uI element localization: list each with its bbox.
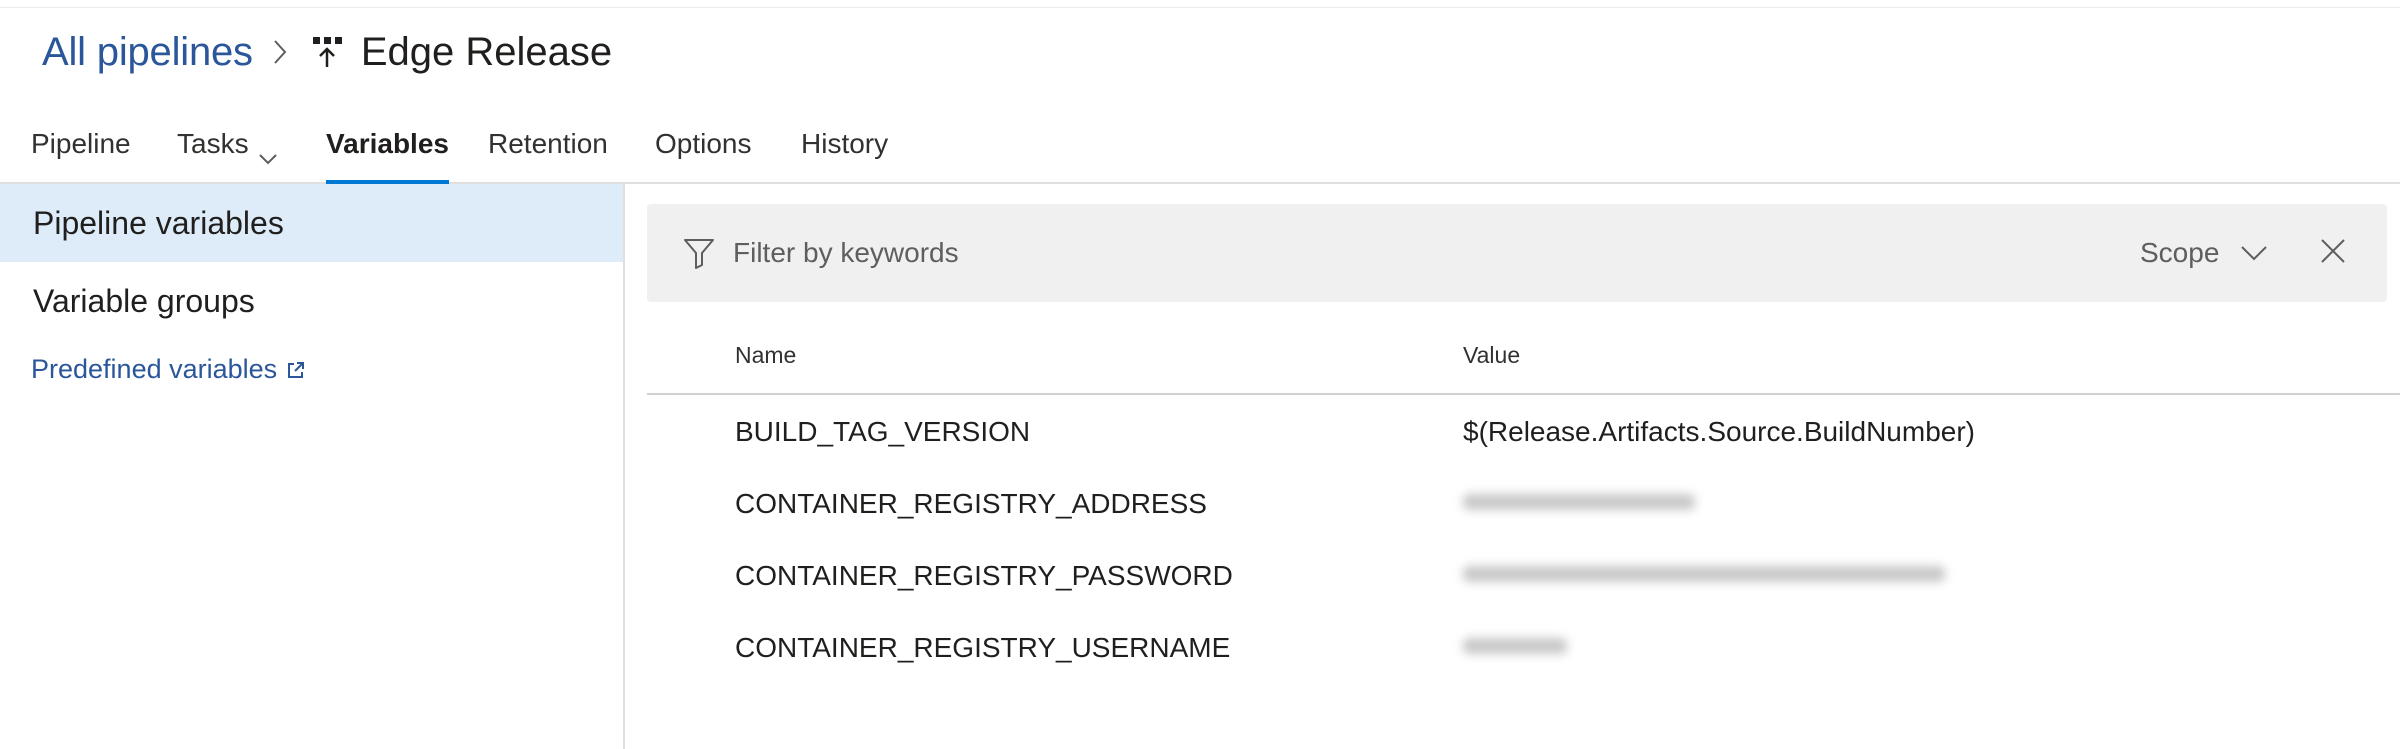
top-border bbox=[0, 0, 2400, 8]
filter-bar: Scope bbox=[647, 204, 2387, 302]
tab-options[interactable]: Options bbox=[655, 128, 752, 182]
tab-label: Variables bbox=[326, 128, 449, 159]
variable-name[interactable]: CONTAINER_REGISTRY_PASSWORD bbox=[735, 560, 1233, 592]
table-row[interactable]: CONTAINER_REGISTRY_ADDRESS bbox=[647, 473, 2400, 545]
tab-label: Pipeline bbox=[31, 128, 131, 159]
chevron-right-icon bbox=[273, 39, 287, 65]
scope-dropdown[interactable]: Scope bbox=[2140, 228, 2268, 278]
breadcrumb-all-pipelines[interactable]: All pipelines bbox=[42, 30, 253, 75]
filter-keywords-input[interactable] bbox=[733, 228, 1733, 278]
sidebar-item-label: Pipeline variables bbox=[33, 204, 284, 241]
table-row[interactable]: CONTAINER_REGISTRY_PASSWORD bbox=[647, 545, 2400, 617]
sidebar-item-label: Variable groups bbox=[33, 282, 255, 319]
variable-name[interactable]: BUILD_TAG_VERSION bbox=[735, 416, 1030, 448]
tab-variables[interactable]: Variables bbox=[326, 128, 449, 184]
variable-value-obscured[interactable] bbox=[1463, 560, 1945, 595]
close-icon bbox=[2320, 238, 2346, 269]
chevron-down-icon bbox=[2241, 245, 2268, 261]
tab-retention[interactable]: Retention bbox=[488, 128, 608, 182]
sidebar-item-pipeline-variables[interactable]: Pipeline variables bbox=[0, 184, 623, 262]
variable-name[interactable]: CONTAINER_REGISTRY_USERNAME bbox=[735, 632, 1230, 664]
filter-icon bbox=[683, 237, 715, 274]
tab-bar: Pipeline Tasks Variables Retention Optio… bbox=[0, 112, 2400, 184]
release-pipeline-icon bbox=[311, 35, 343, 69]
variable-value-obscured[interactable] bbox=[1463, 632, 1567, 667]
tab-tasks[interactable]: Tasks bbox=[177, 128, 277, 182]
chevron-down-icon bbox=[258, 140, 277, 172]
tab-history[interactable]: History bbox=[801, 128, 888, 182]
table-row[interactable]: CONTAINER_REGISTRY_USERNAME bbox=[647, 617, 2400, 689]
tab-label: History bbox=[801, 128, 889, 159]
clear-filter-button[interactable] bbox=[2317, 237, 2349, 269]
scope-label: Scope bbox=[2140, 237, 2220, 268]
table-row[interactable]: BUILD_TAG_VERSION $(Release.Artifacts.So… bbox=[647, 401, 2400, 473]
column-header-name[interactable]: Name bbox=[735, 342, 796, 369]
table-header: Name Value bbox=[647, 330, 2400, 395]
sidebar-item-variable-groups[interactable]: Variable groups bbox=[0, 262, 623, 340]
tab-label: Tasks bbox=[177, 128, 249, 159]
predefined-variables-link[interactable]: Predefined variables bbox=[31, 354, 305, 385]
tab-pipeline[interactable]: Pipeline bbox=[31, 128, 131, 182]
external-link-icon bbox=[287, 361, 305, 379]
variable-value-obscured[interactable] bbox=[1463, 488, 1695, 523]
tab-label: Retention bbox=[488, 128, 608, 159]
variable-value[interactable]: $(Release.Artifacts.Source.BuildNumber) bbox=[1463, 416, 1975, 448]
variables-table: Name Value BUILD_TAG_VERSION $(Release.A… bbox=[647, 330, 2400, 689]
page-header: All pipelines Edge Release bbox=[42, 22, 612, 82]
link-label: Predefined variables bbox=[31, 354, 278, 384]
page-title: Edge Release bbox=[360, 29, 613, 74]
variable-name[interactable]: CONTAINER_REGISTRY_ADDRESS bbox=[735, 488, 1207, 520]
tab-label: Options bbox=[655, 128, 752, 159]
variables-sidebar: Pipeline variables Variable groups Prede… bbox=[0, 184, 625, 749]
column-header-value[interactable]: Value bbox=[1463, 342, 1520, 369]
